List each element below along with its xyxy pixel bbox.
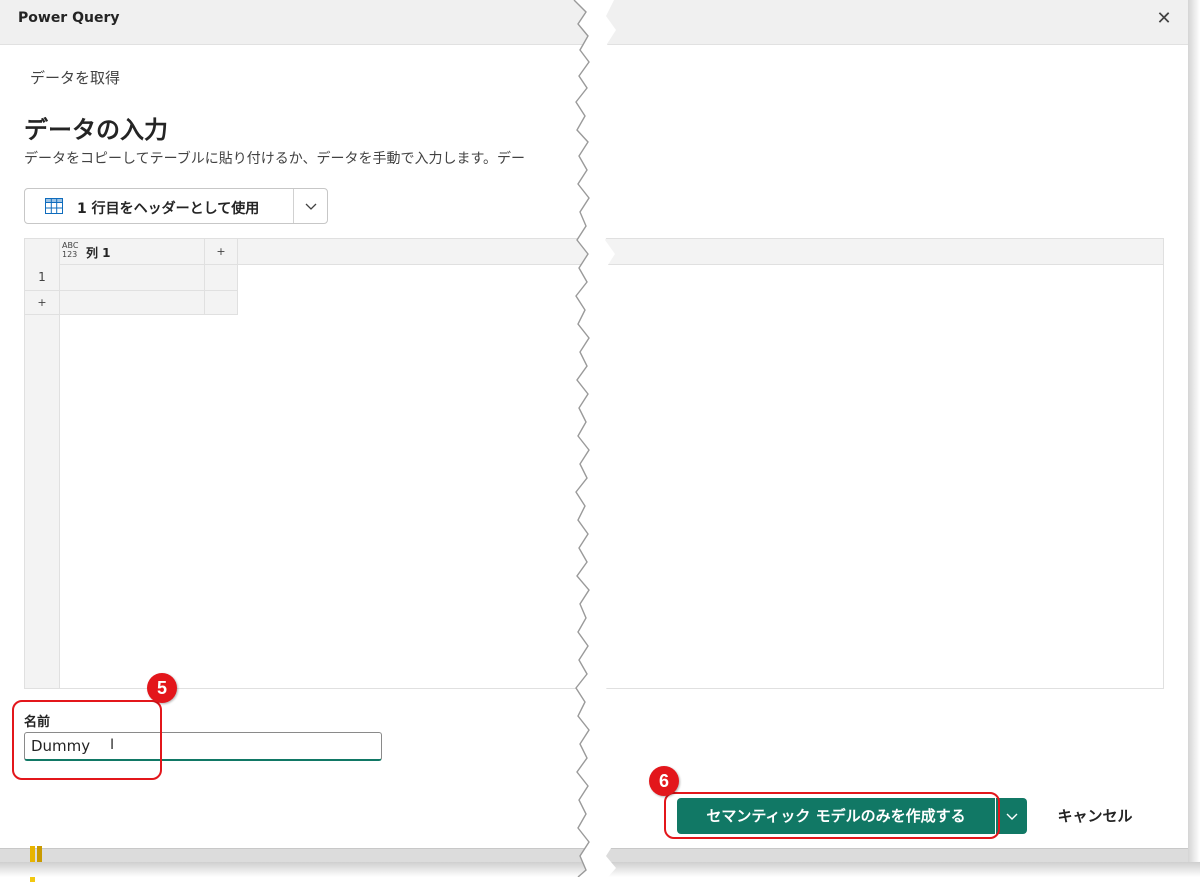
add-row-button[interactable]: + bbox=[25, 291, 59, 315]
step-6-badge: 6 bbox=[649, 766, 679, 796]
use-first-row-as-headers-button: 1 行目をヘッダーとして使用 bbox=[24, 188, 328, 224]
table-icon bbox=[45, 198, 63, 214]
cancel-button[interactable]: キャンセル bbox=[1040, 798, 1150, 834]
header-toggle-label: 1 行目をヘッダーとして使用 bbox=[77, 201, 260, 217]
type-icon-123: 123 bbox=[62, 250, 78, 259]
header-toggle-main[interactable]: 1 行目をヘッダーとして使用 bbox=[25, 189, 293, 223]
empty-cell bbox=[60, 291, 205, 315]
step-5-badge: 5 bbox=[147, 673, 177, 703]
chevron-down-icon[interactable] bbox=[294, 189, 328, 223]
page-description: データをコピーしてテーブルに貼り付けるか、データを手動で入力します。デー bbox=[24, 151, 526, 167]
chevron-down-icon[interactable] bbox=[996, 798, 1027, 834]
column-header-label: 列 1 bbox=[86, 246, 111, 260]
power-bi-icon bbox=[30, 846, 50, 882]
type-icon-abc: ABC bbox=[62, 241, 79, 250]
page-title: データの入力 bbox=[24, 116, 168, 144]
abc-123-type-icon[interactable]: ABC 123 bbox=[62, 241, 78, 259]
add-column-button[interactable]: + bbox=[205, 239, 238, 264]
breadcrumb[interactable]: データを取得 bbox=[30, 67, 120, 88]
row-number: 1 bbox=[25, 265, 59, 291]
window-shadow bbox=[1188, 0, 1200, 877]
annotation-highlight-box bbox=[664, 792, 1000, 839]
table-cell[interactable] bbox=[60, 265, 205, 291]
empty-cell bbox=[205, 265, 238, 291]
app-title: Power Query bbox=[18, 10, 120, 26]
torn-edge-separator bbox=[573, 0, 616, 877]
column-header[interactable]: ABC 123 列 1 bbox=[60, 239, 205, 264]
close-icon[interactable]: ✕ bbox=[1153, 8, 1175, 30]
annotation-highlight-box bbox=[12, 700, 162, 780]
empty-cell bbox=[205, 291, 238, 315]
